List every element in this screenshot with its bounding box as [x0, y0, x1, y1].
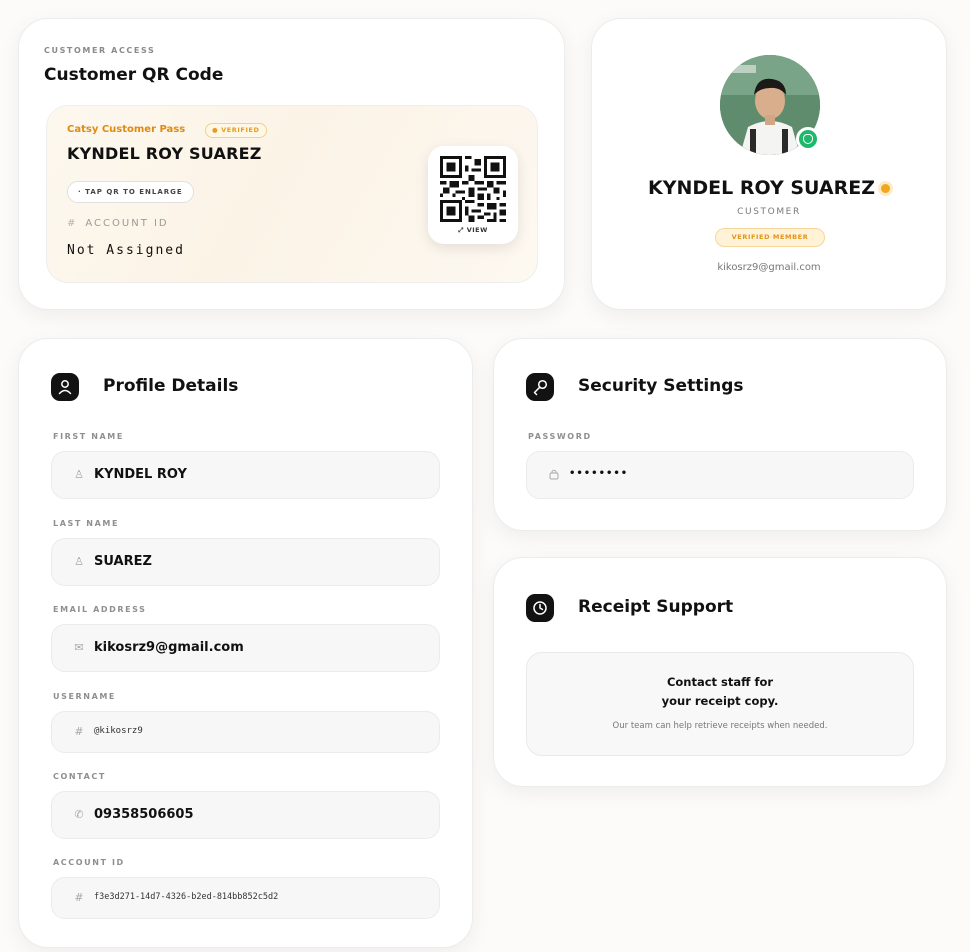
- account-id-value: Not Assigned: [67, 243, 185, 258]
- last-name-field[interactable]: ♙ SUAREZ: [51, 538, 440, 586]
- qr-code-button[interactable]: ⤢ VIEW: [428, 146, 518, 244]
- profile-email: kikosrz9@gmail.com: [717, 262, 821, 273]
- profile-name: KYNDEL ROY SUAREZ: [592, 177, 946, 199]
- first-name-value: KYNDEL ROY: [94, 467, 187, 482]
- contact-field[interactable]: ✆ 09358506605: [51, 791, 440, 839]
- email-label: EMAIL ADDRESS: [53, 605, 147, 614]
- last-name-value: SUAREZ: [94, 554, 152, 569]
- account-id-field-value: f3e3d271-14d7-4326-b2ed-814bb852c5d2: [94, 892, 279, 902]
- email-value: kikosrz9@gmail.com: [94, 640, 244, 655]
- pass-holder-name: KYNDEL ROY SUAREZ: [67, 144, 262, 163]
- pass-name: Catsy Customer Pass: [67, 124, 186, 135]
- profile-details-title: Profile Details: [103, 376, 239, 396]
- profile-name-text: KYNDEL ROY SUAREZ: [648, 177, 875, 199]
- key-icon: [526, 373, 554, 401]
- qr-card-title: Customer QR Code: [44, 65, 224, 85]
- qr-code-image: [440, 156, 506, 222]
- hash-icon: #: [74, 891, 84, 904]
- shield-status-icon: [796, 127, 820, 151]
- verified-badge: ● VERIFIED: [205, 123, 267, 138]
- customer-pass: Catsy Customer Pass ● VERIFIED KYNDEL RO…: [46, 105, 538, 283]
- account-id-field-label: ACCOUNT ID: [53, 858, 125, 867]
- user-icon: ♙: [74, 468, 84, 481]
- receipt-support-title: Receipt Support: [578, 597, 734, 617]
- username-field[interactable]: # @kikosrz9: [51, 711, 440, 753]
- user-icon: [51, 373, 79, 401]
- security-settings-title: Security Settings: [578, 376, 744, 396]
- account-id-label-text: ACCOUNT ID: [85, 218, 169, 229]
- password-value: ••••••••: [569, 468, 629, 479]
- hash-icon: #: [74, 725, 84, 738]
- profile-details-card: Profile Details FIRST NAME ♙ KYNDEL ROY …: [18, 338, 473, 948]
- contact-value: 09358506605: [94, 807, 194, 822]
- username-label: USERNAME: [53, 692, 116, 701]
- customer-qr-card: CUSTOMER ACCESS Customer QR Code Catsy C…: [18, 18, 565, 310]
- account-id-label: # ACCOUNT ID: [67, 218, 169, 229]
- receipt-line-2: your receipt copy.: [661, 694, 779, 708]
- receipt-support-card: Receipt Support Contact staff for your r…: [493, 557, 947, 787]
- qr-view-label: ⤢ VIEW: [458, 226, 488, 234]
- lock-icon: [547, 468, 561, 483]
- receipt-info-box: Contact staff for your receipt copy. Our…: [526, 652, 914, 756]
- last-name-label: LAST NAME: [53, 519, 120, 528]
- first-name-label: FIRST NAME: [53, 432, 124, 441]
- first-name-field[interactable]: ♙ KYNDEL ROY: [51, 451, 440, 499]
- status-dot-icon: [880, 184, 890, 193]
- user-icon: ♙: [74, 555, 84, 568]
- security-settings-card: Security Settings PASSWORD ••••••••: [493, 338, 947, 531]
- contact-label: CONTACT: [53, 772, 106, 781]
- email-field[interactable]: ✉ kikosrz9@gmail.com: [51, 624, 440, 672]
- mail-icon: ✉: [74, 641, 84, 654]
- verified-member-badge: VERIFIED MEMBER: [715, 228, 825, 247]
- receipt-note: Our team can help retrieve receipts when…: [612, 721, 828, 731]
- password-field[interactable]: ••••••••: [526, 451, 914, 499]
- password-label: PASSWORD: [528, 432, 592, 441]
- account-id-field[interactable]: # f3e3d271-14d7-4326-b2ed-814bb852c5d2: [51, 877, 440, 919]
- tap-to-enlarge-button[interactable]: · TAP QR TO ENLARGE: [67, 181, 194, 203]
- hash-icon: #: [67, 218, 78, 229]
- receipt-line-1: Contact staff for: [666, 675, 774, 689]
- phone-icon: ✆: [74, 808, 84, 821]
- profile-summary-card: KYNDEL ROY SUAREZ CUSTOMER VERIFIED MEMB…: [591, 18, 947, 310]
- clock-icon: [526, 594, 554, 622]
- username-value: @kikosrz9: [94, 726, 143, 736]
- qr-eyebrow: CUSTOMER ACCESS: [44, 46, 156, 55]
- profile-role: CUSTOMER: [737, 207, 801, 217]
